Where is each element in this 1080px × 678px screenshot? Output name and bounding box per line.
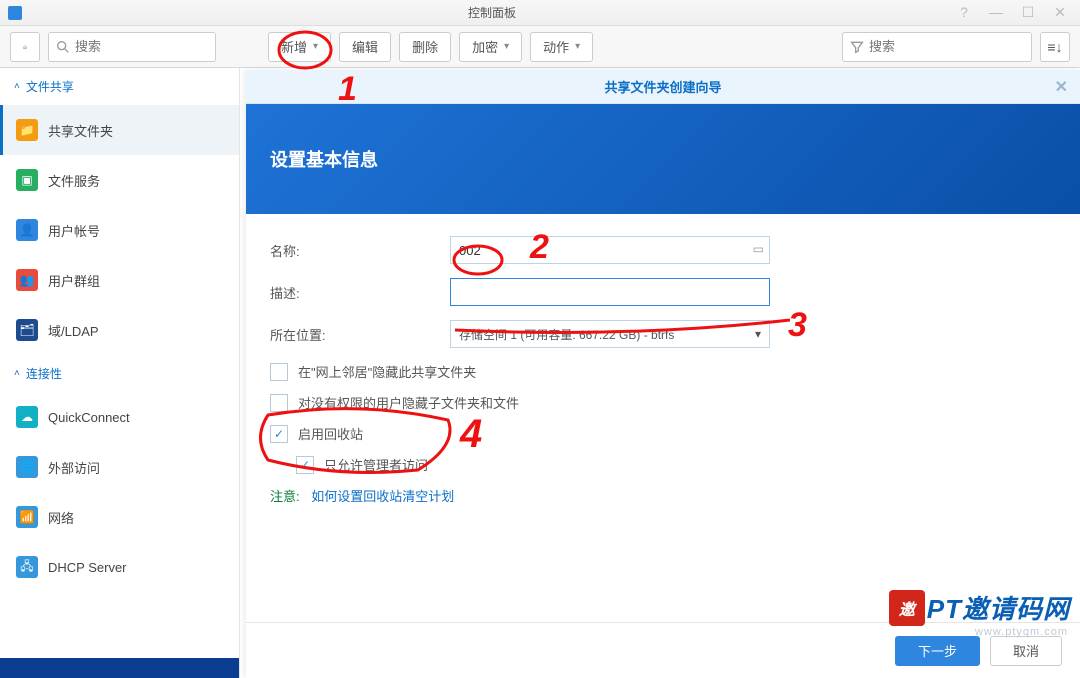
- add-button[interactable]: 新增: [268, 32, 331, 62]
- next-button[interactable]: 下一步: [895, 636, 980, 666]
- modal-body: 名称: ▭ 描述: 所在位置: 存储空间 1 (可用容量: 667.22 GB)…: [246, 214, 1080, 622]
- location-label: 所在位置:: [270, 325, 450, 344]
- sort-icon: ≡↓: [1047, 39, 1062, 55]
- sidebar-item-label: 用户群组: [48, 271, 100, 290]
- name-input[interactable]: [450, 236, 770, 264]
- chevron-down-icon: ▾: [755, 327, 761, 341]
- checkbox-label: 对没有权限的用户隐藏子文件夹和文件: [298, 393, 519, 412]
- watermark-text: PT邀请码网: [927, 589, 1070, 626]
- cancel-button[interactable]: 取消: [990, 636, 1062, 666]
- sort-button[interactable]: ≡↓: [1040, 32, 1070, 62]
- sidebar-item-users[interactable]: 👤 用户帐号: [0, 205, 239, 255]
- edit-button[interactable]: 编辑: [339, 32, 391, 62]
- modal-banner: 设置基本信息: [246, 104, 1080, 214]
- sidebar-item-label: 文件服务: [48, 171, 100, 190]
- checkbox-hide-network[interactable]: 在"网上邻居"隐藏此共享文件夹: [270, 362, 1056, 381]
- window-title: 控制面板: [30, 4, 954, 21]
- minimize-icon[interactable]: —: [986, 4, 1006, 21]
- note-row: 注意: 如何设置回收站清空计划: [270, 486, 1056, 505]
- right-search-input[interactable]: [869, 39, 989, 54]
- help-icon[interactable]: ?: [954, 4, 974, 21]
- network-icon: 📶: [16, 506, 38, 528]
- home-button[interactable]: [10, 32, 40, 62]
- chevron-up-icon: ˄: [14, 81, 20, 92]
- sidebar-item-label: 共享文件夹: [48, 121, 113, 140]
- location-select[interactable]: 存储空间 1 (可用容量: 667.22 GB) - btrfs ▾: [450, 320, 770, 348]
- user-icon: 👤: [16, 219, 38, 241]
- id-card-icon: ▭: [753, 242, 764, 256]
- sidebar-item-label: 用户帐号: [48, 221, 100, 240]
- create-shared-folder-wizard: 共享文件夹创建向导 ✕ 设置基本信息 名称: ▭ 描述: 所在位置: 存储空间 …: [246, 70, 1080, 678]
- location-select-value: 存储空间 1 (可用容量: 667.22 GB) - btrfs: [459, 326, 674, 343]
- folder-icon: 📁: [16, 119, 38, 141]
- sidebar-item-label: 外部访问: [48, 458, 100, 477]
- modal-footer: 下一步 取消: [246, 622, 1080, 678]
- encrypt-button-label: 加密: [472, 37, 498, 56]
- close-window-icon[interactable]: ✕: [1050, 4, 1070, 21]
- sidebar-item-dhcp[interactable]: 🖧 DHCP Server: [0, 542, 239, 592]
- left-search-box[interactable]: [48, 32, 216, 62]
- right-search-box[interactable]: [842, 32, 1032, 62]
- dhcp-icon: 🖧: [16, 556, 38, 578]
- note-link[interactable]: 如何设置回收站清空计划: [311, 489, 454, 504]
- titlebar: 控制面板 ? — ☐ ✕: [0, 0, 1080, 26]
- description-input[interactable]: [450, 278, 770, 306]
- add-button-label: 新增: [281, 37, 307, 56]
- sidebar-item-external-access[interactable]: 🌐 外部访问: [0, 442, 239, 492]
- checkbox-hide-no-permission[interactable]: 对没有权限的用户隐藏子文件夹和文件: [270, 393, 1056, 412]
- sidebar-item-quickconnect[interactable]: ☁ QuickConnect: [0, 392, 239, 442]
- sidebar-item-label: QuickConnect: [48, 410, 130, 425]
- checkbox-icon: [270, 363, 288, 381]
- sidebar-section-label: 连接性: [26, 365, 62, 382]
- watermark-badge: 邀: [889, 590, 925, 626]
- sidebar-section-file-sharing[interactable]: ˄ 文件共享: [0, 68, 239, 105]
- sidebar-item-network[interactable]: 📶 网络: [0, 492, 239, 542]
- checkbox-label: 在"网上邻居"隐藏此共享文件夹: [298, 362, 476, 381]
- watermark: 邀 PT邀请码网: [889, 589, 1070, 626]
- cloud-icon: ☁: [16, 406, 38, 428]
- service-icon: ▣: [16, 169, 38, 191]
- globe-icon: 🌐: [16, 456, 38, 478]
- checkbox-enable-recycle-bin[interactable]: 启用回收站: [270, 424, 1056, 443]
- sidebar: ˄ 文件共享 📁 共享文件夹 ▣ 文件服务 👤 用户帐号 👥 用户群组 🗂 域/…: [0, 68, 240, 678]
- sidebar-item-label: DHCP Server: [48, 560, 127, 575]
- sidebar-item-domain-ldap[interactable]: 🗂 域/LDAP: [0, 305, 239, 355]
- sidebar-item-file-services[interactable]: ▣ 文件服务: [0, 155, 239, 205]
- note-prefix: 注意:: [270, 489, 300, 504]
- sidebar-item-label: 域/LDAP: [48, 321, 99, 340]
- home-icon: [23, 39, 27, 55]
- sidebar-footer-strip: [0, 658, 239, 678]
- toolbar: 新增 编辑 删除 加密 动作 ≡↓: [0, 26, 1080, 68]
- name-label: 名称:: [270, 241, 450, 260]
- encrypt-button[interactable]: 加密: [459, 32, 522, 62]
- watermark-url: www.ptyqm.com: [975, 626, 1068, 638]
- sidebar-section-label: 文件共享: [26, 78, 74, 95]
- app-icon: [8, 6, 22, 20]
- filter-icon: [849, 39, 865, 55]
- left-search-input[interactable]: [75, 39, 195, 54]
- description-label: 描述:: [270, 283, 450, 302]
- modal-close-button[interactable]: ✕: [1055, 77, 1068, 97]
- maximize-icon[interactable]: ☐: [1018, 4, 1038, 21]
- action-button[interactable]: 动作: [530, 32, 593, 62]
- checkbox-label: 只允许管理者访问: [324, 455, 428, 474]
- group-icon: 👥: [16, 269, 38, 291]
- checkbox-label: 启用回收站: [298, 424, 363, 443]
- modal-banner-text: 设置基本信息: [270, 146, 378, 172]
- ldap-icon: 🗂: [16, 319, 38, 341]
- chevron-up-icon: ˄: [14, 368, 20, 379]
- modal-title-text: 共享文件夹创建向导: [604, 77, 721, 96]
- sidebar-item-shared-folder[interactable]: 📁 共享文件夹: [0, 105, 239, 155]
- search-icon: [55, 39, 71, 55]
- checkbox-checked-icon: [270, 425, 288, 443]
- checkbox-icon: [270, 394, 288, 412]
- sidebar-section-connectivity[interactable]: ˄ 连接性: [0, 355, 239, 392]
- delete-button[interactable]: 删除: [399, 32, 451, 62]
- checkbox-admin-only[interactable]: 只允许管理者访问: [296, 455, 1056, 474]
- sidebar-item-label: 网络: [48, 508, 74, 527]
- action-button-label: 动作: [543, 37, 569, 56]
- sidebar-item-groups[interactable]: 👥 用户群组: [0, 255, 239, 305]
- checkbox-checked-icon: [296, 456, 314, 474]
- modal-title-bar: 共享文件夹创建向导 ✕: [246, 70, 1080, 104]
